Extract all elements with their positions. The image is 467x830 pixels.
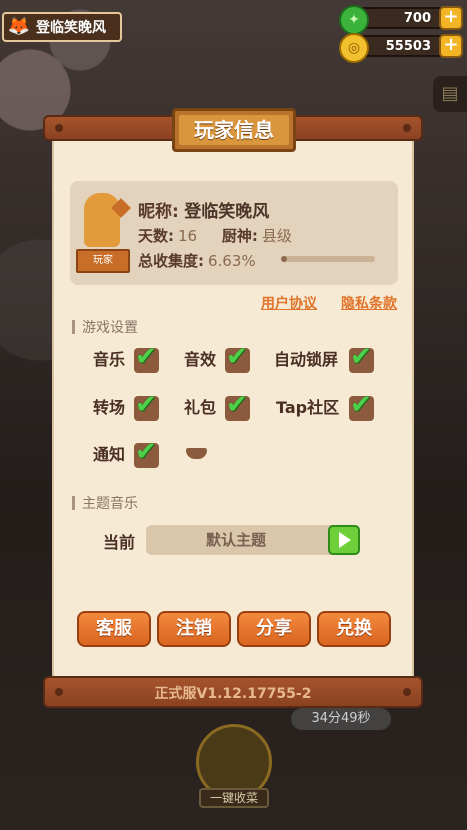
fox-avatar-icon: 🦊	[7, 16, 31, 37]
current-theme-value: 默认主题	[205, 531, 266, 549]
user-agreement-link[interactable]: 用户协议	[261, 293, 317, 313]
add-coins-button[interactable]: +	[439, 34, 463, 58]
redeem-button[interactable]: 兑换	[317, 611, 391, 647]
nickname-row: 昵称: 登临笑晚风	[138, 197, 269, 222]
option-label-tap-community: Tap社区	[276, 398, 340, 417]
option-label-sfx: 音效	[184, 350, 217, 369]
collection-row: 总收集度: 6.63%	[138, 250, 256, 271]
music-checkbox[interactable]	[134, 342, 159, 373]
option-label-gift: 礼包	[184, 398, 217, 417]
share-button[interactable]: 分享	[237, 611, 311, 647]
nickname-label: 昵称:	[138, 202, 179, 222]
profile-card: 玩家 昵称: 登临笑晚风 天数: 16 厨神: 县级 总收集度: 6.63%	[70, 181, 398, 285]
chef-value: 县级	[261, 227, 292, 245]
panel-title: 玩家信息	[179, 115, 289, 145]
current-theme-label: 当前	[103, 533, 136, 552]
jade-icon: ✦	[339, 5, 369, 35]
logout-button[interactable]: 注销	[157, 611, 231, 647]
player-name: 登临笑晚风	[36, 20, 106, 36]
theme-music-heading: 主题音乐	[72, 493, 138, 513]
days-label: 天数:	[138, 227, 174, 245]
collection-label: 总收集度:	[138, 252, 204, 270]
collection-value: 6.63%	[208, 252, 256, 270]
jade-counter: ✦ 700 +	[339, 5, 463, 35]
scroll-bottom-rod: 正式服V1.12.17755-2	[43, 676, 423, 708]
player-name-chip[interactable]: 🦊 登临笑晚风	[2, 12, 122, 42]
option-label-autolock: 自动锁屏	[274, 350, 339, 369]
version-label: 正式服V1.12.17755-2	[154, 686, 312, 702]
option-label-transition: 转场	[93, 398, 126, 417]
option-label-music: 音乐	[93, 350, 126, 369]
sfx-checkbox[interactable]	[225, 342, 250, 373]
collection-progress-bar	[281, 256, 375, 262]
play-icon[interactable]	[328, 525, 360, 555]
add-jade-button[interactable]: +	[439, 6, 463, 30]
countdown-timer: 34分49秒	[291, 708, 391, 730]
days-value: 16	[178, 227, 198, 245]
theme-music-selector[interactable]: 默认主题	[146, 525, 360, 555]
game-settings-heading: 游戏设置	[72, 317, 138, 337]
coin-icon: ◎	[339, 33, 369, 63]
coin-counter: ◎ 55503 +	[339, 33, 463, 63]
side-menu-icon[interactable]: ▤	[433, 76, 467, 112]
collection-progress-fill	[281, 256, 288, 262]
chef-label: 厨神:	[221, 227, 258, 245]
notify-checkbox[interactable]	[134, 437, 159, 468]
coin-value: 55503	[385, 38, 431, 54]
panel-title-plaque: 玩家信息	[172, 108, 296, 152]
days-row: 天数: 16 厨神: 县级	[138, 225, 292, 246]
gift-checkbox[interactable]	[225, 390, 250, 421]
nickname-value: 登临笑晚风	[184, 202, 270, 222]
chef-statue-icon: 玩家	[76, 191, 131, 273]
tap-community-checkbox[interactable]	[349, 390, 374, 421]
collect-all-label: 一键收菜	[199, 788, 269, 808]
player-badge: 玩家	[93, 255, 113, 266]
transition-checkbox[interactable]	[134, 390, 159, 421]
jade-value: 700	[403, 10, 431, 26]
privacy-link[interactable]: 隐私条款	[341, 293, 397, 313]
autolock-checkbox[interactable]	[349, 342, 374, 373]
customer-service-button[interactable]: 客服	[77, 611, 151, 647]
unlabeled-checkbox[interactable]	[184, 443, 209, 468]
option-label-notify: 通知	[93, 445, 126, 464]
